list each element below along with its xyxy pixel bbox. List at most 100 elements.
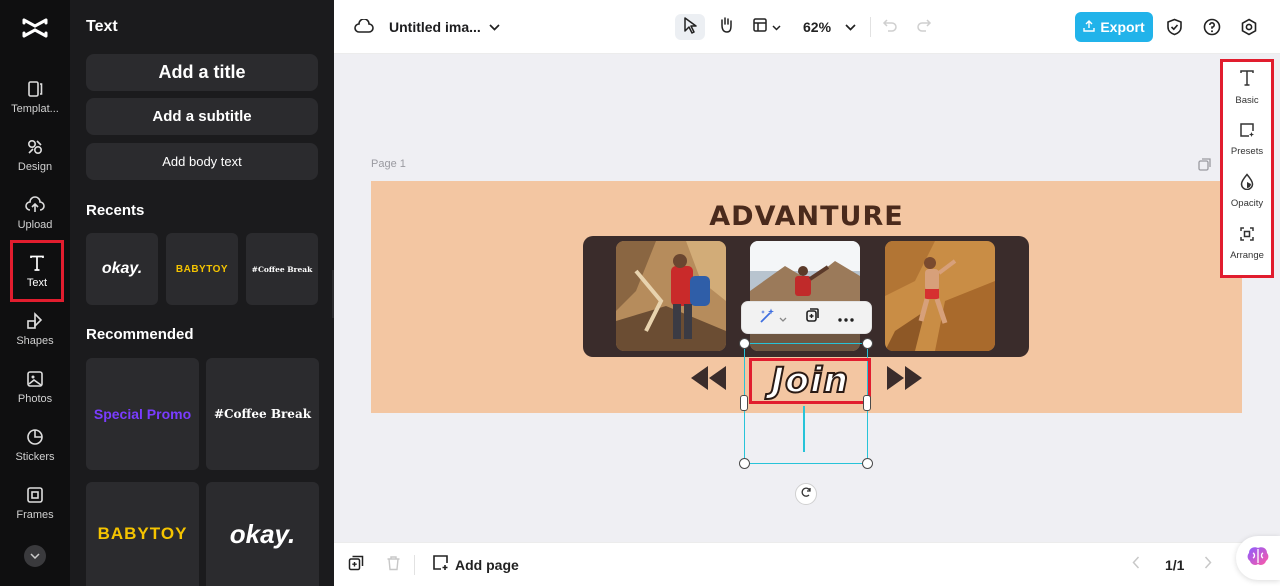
rail-item-stickers[interactable]: Stickers <box>0 416 70 474</box>
toolbar-divider <box>870 17 871 37</box>
canvas-area[interactable]: Page 1 ADVANTURE Join <box>334 54 1280 542</box>
zoom-level: 62% <box>803 19 832 35</box>
shield-icon[interactable] <box>1166 14 1183 40</box>
prev-page-button[interactable] <box>1132 554 1140 576</box>
rail-label: Stickers <box>15 451 55 463</box>
frames-icon <box>25 485 45 505</box>
cloud-sync-icon[interactable] <box>354 14 374 40</box>
rail-item-upload[interactable]: Upload <box>0 184 70 242</box>
ai-assistant-button[interactable] <box>1236 536 1280 580</box>
redo-icon <box>916 18 932 37</box>
rail-label: Text <box>26 277 48 289</box>
selection-guide-line <box>803 406 805 452</box>
properties-opacity[interactable]: Opacity <box>1223 166 1271 216</box>
zoom-dropdown[interactable]: 62% <box>803 14 856 40</box>
undo-button[interactable] <box>882 14 898 40</box>
tile-text: #Coffee Break <box>251 264 313 274</box>
left-rail: Templat... Design Upload Text Shapes Pho… <box>0 0 70 586</box>
select-tool-button[interactable] <box>675 14 705 40</box>
climber-photo-2[interactable] <box>750 241 860 351</box>
duplicate-icon[interactable] <box>804 307 820 328</box>
layout-dropdown-button[interactable] <box>752 14 781 40</box>
redo-button[interactable] <box>916 14 932 40</box>
rail-item-shapes[interactable]: Shapes <box>0 300 70 358</box>
tile-text: okay. <box>229 518 296 549</box>
rail-item-design[interactable]: Design <box>0 126 70 184</box>
headline-text[interactable]: ADVANTURE <box>371 201 1242 232</box>
recent-text-okay[interactable]: okay. <box>86 233 158 305</box>
page-counter: 1/1 <box>1165 557 1185 573</box>
rotate-icon <box>800 485 812 503</box>
rp-label: Opacity <box>1230 198 1264 209</box>
duplicate-page-button[interactable] <box>348 554 364 576</box>
properties-basic[interactable]: Basic <box>1223 62 1271 112</box>
recommended-babytoy[interactable]: BABYTOY <box>86 482 199 586</box>
undo-icon <box>882 18 898 37</box>
rail-item-text[interactable]: Text <box>10 240 64 302</box>
fast-forward-arrows-icon[interactable] <box>884 364 924 394</box>
export-label: Export <box>1100 19 1145 35</box>
recent-text-coffee-break[interactable]: #Coffee Break <box>246 233 318 305</box>
resize-handle-left[interactable] <box>740 395 748 411</box>
document-title-dropdown[interactable]: Untitled ima... <box>389 14 500 40</box>
chevron-down-icon <box>489 18 500 36</box>
resize-handle-bottom-left[interactable] <box>739 458 750 469</box>
tile-text: BABYTOY <box>97 524 188 543</box>
ai-magic-button[interactable] <box>759 307 787 329</box>
chevron-down-icon[interactable] <box>24 545 46 567</box>
rp-label: Basic <box>1235 94 1259 106</box>
add-page-label: Add page <box>455 557 519 573</box>
rail-label: Design <box>17 161 53 173</box>
hand-tool-button[interactable] <box>713 14 739 40</box>
arrange-icon <box>1239 226 1255 247</box>
settings-gear-icon[interactable] <box>1240 14 1258 40</box>
bottom-divider <box>414 555 415 575</box>
climber-photo-1[interactable] <box>616 241 726 351</box>
rotate-handle[interactable] <box>795 483 817 505</box>
more-options-icon[interactable] <box>838 309 854 327</box>
recents-heading: Recents <box>86 202 145 219</box>
delete-page-button[interactable] <box>386 554 401 576</box>
next-page-button[interactable] <box>1204 554 1212 576</box>
rewind-arrows-icon[interactable] <box>689 364 729 394</box>
photo-strip[interactable] <box>583 236 1029 357</box>
opacity-icon <box>1240 173 1254 195</box>
recommended-special-promo[interactable]: Special Promo <box>86 358 199 470</box>
resize-handle-top-right[interactable] <box>862 338 873 349</box>
chevron-down-icon <box>772 18 781 36</box>
duplicate-page-icon <box>348 555 364 576</box>
trash-icon <box>386 555 401 576</box>
resize-handle-right[interactable] <box>863 395 871 411</box>
panel-title: Text <box>86 18 118 35</box>
add-subtitle-button[interactable]: Add a subtitle <box>86 98 318 135</box>
top-toolbar: Untitled ima... 62% Export <box>334 0 1280 54</box>
add-body-text-button[interactable]: Add body text <box>86 143 318 180</box>
resize-handle-bottom-right[interactable] <box>862 458 873 469</box>
rail-item-frames[interactable]: Frames <box>0 474 70 532</box>
presets-icon <box>1239 122 1255 143</box>
duplicate-page-icon[interactable] <box>1198 158 1212 172</box>
rail-item-photos[interactable]: Photos <box>0 358 70 416</box>
properties-presets[interactable]: Presets <box>1223 114 1271 164</box>
help-icon[interactable] <box>1203 14 1221 40</box>
cursor-icon <box>682 16 698 39</box>
ai-brain-icon <box>1246 545 1270 572</box>
rail-label: Frames <box>16 509 54 521</box>
app-root: Templat... Design Upload Text Shapes Pho… <box>0 0 1280 586</box>
join-text-highlight[interactable]: Join <box>749 358 871 404</box>
document-title: Untitled ima... <box>389 19 481 35</box>
resize-handle-top-left[interactable] <box>739 338 750 349</box>
properties-arrange[interactable]: Arrange <box>1223 218 1271 268</box>
recommended-coffee-break[interactable]: #Coffee Break <box>206 358 319 470</box>
rail-item-templates[interactable]: Templat... <box>0 68 70 126</box>
recent-text-babytoy[interactable]: BABYTOY <box>166 233 238 305</box>
climber-photo-3[interactable] <box>885 241 995 351</box>
join-text[interactable]: Join <box>770 360 849 402</box>
template-icon <box>25 79 45 99</box>
capcut-logo-icon[interactable] <box>20 14 50 42</box>
photos-icon <box>25 369 45 389</box>
recommended-okay[interactable]: okay. <box>206 482 319 586</box>
export-button[interactable]: Export <box>1075 12 1153 42</box>
add-title-button[interactable]: Add a title <box>86 54 318 91</box>
add-page-button[interactable]: Add page <box>432 554 519 576</box>
